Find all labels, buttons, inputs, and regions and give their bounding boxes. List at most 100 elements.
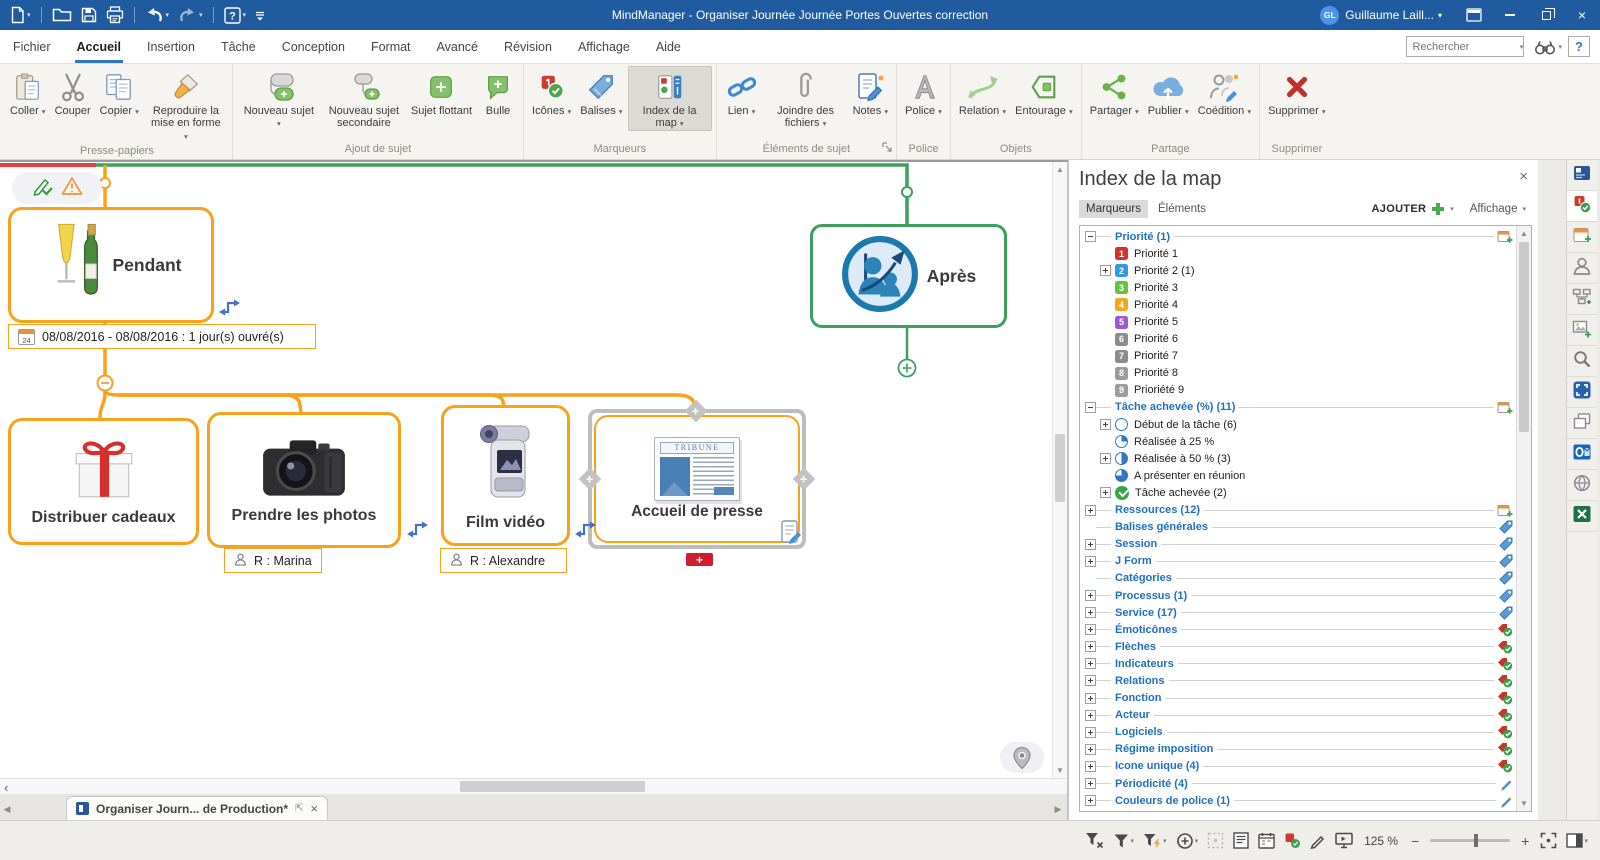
index-tree-item-tache-achevee-2[interactable]: Tâche achevée (2) [1085,484,1513,501]
index-tree-section-periodicite-4[interactable]: Périodicité (4) [1085,775,1513,792]
zoom-slider[interactable] [1430,839,1510,842]
index-tree-section-fonction[interactable]: Fonction [1085,690,1513,707]
ribbon-button-police[interactable]: Police ▾ [901,66,946,118]
search-pane-button[interactable] [1567,346,1597,377]
quick-access-more-button[interactable] [251,2,269,28]
ribbon-button-lien[interactable]: Lien ▾ [721,66,763,118]
add-chevron-icon[interactable]: ▾ [1450,205,1454,213]
search-input[interactable] [1406,36,1524,57]
ribbon-button-coller[interactable]: Coller ▾ [6,66,50,118]
ribbon-button-bulle[interactable]: Bulle [477,66,519,118]
menu-tab-aide[interactable]: Aide [643,30,694,63]
index-tree-section-acteur[interactable]: Acteur [1085,707,1513,724]
menu-tab-affichage[interactable]: Affichage [565,30,643,63]
resource-badge-alexandre[interactable]: R : Alexandre [440,548,567,573]
web-pane-button[interactable] [1567,470,1597,501]
tree-expander-icon[interactable] [1085,778,1096,789]
document-tab[interactable]: Organiser Journ... de Production* ⇱ × [66,796,328,820]
tree-expander-icon[interactable] [1100,487,1111,498]
map-canvas[interactable]: Pendant 24 08/08/2016 - 08/08/2016 : 1 j… [0,160,1068,778]
index-tree-section-tache-achevee-11[interactable]: Tâche achevée (%) (11) [1085,399,1513,416]
menu-tab-avance[interactable]: Avancé [424,30,491,63]
tree-scrollbar[interactable] [1516,226,1531,811]
panel-close-icon[interactable]: × [1519,168,1528,185]
panel-layout-button[interactable]: ▾ [1566,833,1588,848]
tree-expander-icon[interactable] [1085,402,1096,413]
relationship-icon[interactable] [404,520,428,544]
scroll-left-icon[interactable] [4,781,8,794]
new-document-button[interactable]: ▾ [6,2,35,28]
ribbon-button-supprimer[interactable]: Supprimer ▾ [1264,66,1330,118]
location-pin-button[interactable] [1000,742,1044,773]
tree-expander-icon[interactable] [1085,727,1096,738]
index-tree-section-session[interactable]: Session [1085,536,1513,553]
pen-tags-button[interactable] [1310,833,1326,849]
ribbon-button-nouveau-sujet[interactable]: Nouveau sujet ▾ [237,66,321,131]
tab-scroll-left-icon[interactable] [0,798,14,820]
tree-expander-icon[interactable] [1085,539,1096,550]
excel-pane-button[interactable] [1567,501,1597,532]
index-tree-section-fleches[interactable]: Flèches [1085,638,1513,655]
markers-pane-button[interactable] [1567,191,1597,222]
affichage-dropdown[interactable]: Affichage [1470,203,1518,215]
index-tree-section-service-17[interactable]: Service (17) [1085,604,1513,621]
print-button[interactable] [102,2,128,28]
index-tree-section-indicateurs[interactable]: Indicateurs [1085,655,1513,672]
task-info-pane-button[interactable] [1567,222,1597,253]
index-tree-item-a-presenter-en-reunion[interactable]: A présenter en réunion [1085,467,1513,484]
account-menu[interactable]: Guillaume Laill... [1345,8,1434,22]
ribbon-button-copier[interactable]: Copier ▾ [96,66,143,118]
ajouter-button[interactable]: AJOUTER [1372,203,1427,215]
index-tree-section-regime-imposition[interactable]: Régime imposition [1085,741,1513,758]
resources-pane-button[interactable] [1567,253,1597,284]
minimize-button[interactable] [1492,0,1528,30]
open-document-button[interactable] [48,2,76,28]
fit-map-button[interactable] [1540,832,1557,849]
menu-tab-format[interactable]: Format [358,30,424,63]
menu-tab-conception[interactable]: Conception [269,30,358,63]
ribbon-button-reproduire-la-mise-en-forme[interactable]: Reproduire la mise en forme ▾ [144,66,228,143]
index-tree-section-j-form[interactable]: J Form [1085,553,1513,570]
tree-expander-icon[interactable] [1085,624,1096,635]
ribbon-button-joindre-des-fichiers[interactable]: Joindre des fichiers ▾ [764,66,848,131]
menu-tab-accueil[interactable]: Accueil [64,30,134,63]
index-tree-item-priorite-4[interactable]: 4Priorité 4 [1085,296,1513,313]
scroll-down-icon[interactable] [1517,799,1531,808]
account-chevron-icon[interactable]: ▾ [1438,11,1442,20]
ribbon-button-couper[interactable]: Couper [51,66,95,118]
menu-tab-fichier[interactable]: Fichier [0,30,64,63]
topic-prendre-les-photos[interactable]: Prendre les photos [207,412,401,548]
date-badge[interactable]: 24 08/08/2016 - 08/08/2016 : 1 jour(s) o… [8,324,316,349]
tab-popout-icon[interactable]: ⇱ [295,803,303,814]
tree-expander-icon[interactable] [1085,795,1096,806]
dialog-launcher-icon[interactable] [882,142,892,155]
ribbon-button-sujet-flottant[interactable]: Sujet flottant [407,66,476,118]
windows-pane-button[interactable] [1567,408,1597,439]
tree-expander-icon[interactable] [1100,419,1111,430]
outline-view-button[interactable] [1233,832,1249,849]
zoom-out-button[interactable]: − [1409,833,1421,849]
index-tree-section-icone-unique-4[interactable]: Icone unique (4) [1085,758,1513,775]
ribbon-button-notes[interactable]: Notes ▾ [849,66,893,118]
scroll-down-icon[interactable] [1053,766,1067,775]
outlook-pane-button[interactable] [1567,439,1597,470]
index-tree-item-priorite-2-1[interactable]: 2Priorité 2 (1) [1085,262,1513,279]
index-tree-item-debut-de-la-tache-6[interactable]: Début de la tâche (6) [1085,416,1513,433]
topic-pendant[interactable]: Pendant [8,207,214,323]
tree-expander-icon[interactable] [1085,675,1096,686]
index-tree-item-priorite-5[interactable]: 5Priorité 5 [1085,313,1513,330]
close-button[interactable]: × [1564,0,1600,30]
redo-button[interactable]: ▾ [174,2,207,28]
tree-expander-icon[interactable] [1085,556,1096,567]
presentation-button[interactable] [1335,832,1353,849]
quick-add-button[interactable]: ▾ [1176,832,1199,850]
index-tree-item-priorite-3[interactable]: 3Priorité 3 [1085,279,1513,296]
tab-elements[interactable]: Éléments [1151,200,1213,218]
index-tree-item-realisee-a-50-3[interactable]: Réalisée à 50 % (3) [1085,450,1513,467]
map-parts-pane-button[interactable] [1567,284,1597,315]
index-tree-section-couleurs-de-police-1[interactable]: Couleurs de police (1) [1085,792,1513,809]
ribbon-button-coedition[interactable]: Coédition ▾ [1194,66,1255,118]
canvas-horizontal-scrollbar[interactable] [0,778,1068,794]
index-tree-section-logiciels[interactable]: Logiciels [1085,724,1513,741]
markers-view-button[interactable] [1284,832,1301,849]
